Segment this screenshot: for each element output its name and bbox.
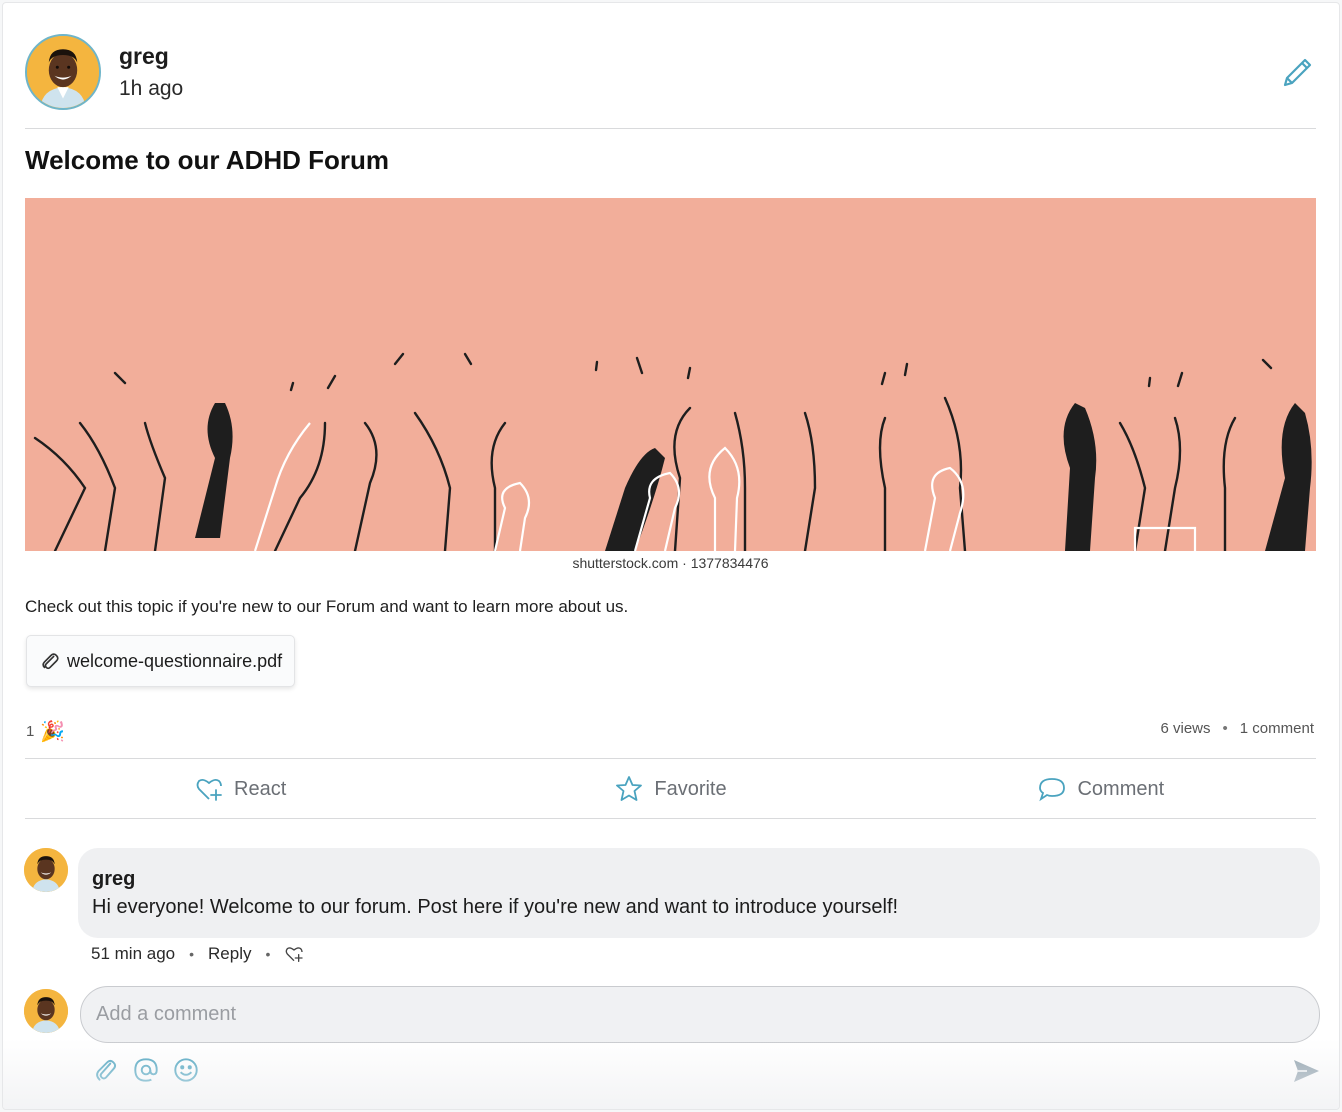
- commenter-avatar[interactable]: [24, 848, 68, 892]
- stats-separator: •: [1222, 720, 1228, 737]
- author-avatar[interactable]: [25, 34, 101, 110]
- post-actions: React Favorite Comment: [25, 759, 1316, 819]
- comment-label: Comment: [1077, 777, 1165, 800]
- comment-time: 51 min ago: [91, 944, 176, 963]
- comment-button[interactable]: Comment: [886, 774, 1316, 804]
- reaction-summary[interactable]: 1 🎉: [26, 719, 65, 744]
- image-credit: shutterstock.com · 1377834476: [572, 555, 769, 571]
- paperclip-icon[interactable]: [93, 1055, 119, 1085]
- party-popper-icon: 🎉: [40, 721, 66, 743]
- post-time: 1h ago: [119, 77, 184, 100]
- react-label: React: [234, 777, 287, 800]
- comment-meta: 51 min ago • Reply •: [91, 944, 304, 964]
- edit-icon[interactable]: [1277, 53, 1317, 93]
- favorite-label: Favorite: [654, 777, 727, 800]
- react-button[interactable]: React: [25, 774, 455, 804]
- mention-icon[interactable]: [133, 1055, 159, 1085]
- post-card: greg 1h ago Welcome to our ADHD Forum sh…: [2, 2, 1340, 1110]
- emoji-icon[interactable]: [173, 1055, 199, 1085]
- heart-plus-icon: [196, 778, 222, 801]
- post-body-text: Check out this topic if you're new to ou…: [25, 597, 629, 616]
- attachment-filename: welcome-questionnaire.pdf: [67, 650, 283, 671]
- actions-bottom-divider: [25, 818, 1316, 819]
- header-divider: [25, 128, 1316, 129]
- post-banner-image[interactable]: shutterstock.com · 1377834476: [25, 198, 1316, 578]
- comment-text: Hi everyone! Welcome to our forum. Post …: [92, 896, 899, 918]
- comment-bubble: greg Hi everyone! Welcome to our forum. …: [78, 848, 1320, 938]
- post-title: Welcome to our ADHD Forum: [25, 145, 390, 175]
- reaction-count: 1: [26, 723, 35, 740]
- post-stats: 6 views • 1 comment: [1161, 720, 1315, 737]
- star-icon: [616, 776, 643, 801]
- author-name[interactable]: greg: [119, 43, 169, 70]
- meta-separator: •: [265, 946, 271, 962]
- comment-author[interactable]: greg: [92, 868, 135, 891]
- paperclip-icon: [42, 653, 59, 670]
- send-icon[interactable]: [1291, 1056, 1321, 1086]
- composer-tools: [93, 1055, 199, 1085]
- current-user-avatar: [24, 989, 68, 1033]
- speech-bubble-icon: [1039, 778, 1066, 802]
- footer-fade: [3, 1039, 1339, 1109]
- comments-count[interactable]: 1 comment: [1240, 720, 1314, 737]
- add-comment-input[interactable]: [80, 986, 1320, 1043]
- favorite-button[interactable]: Favorite: [455, 774, 885, 804]
- meta-separator: •: [189, 946, 195, 962]
- views-count: 6 views: [1160, 720, 1211, 737]
- attachment-file[interactable]: welcome-questionnaire.pdf: [26, 635, 296, 687]
- heart-plus-icon[interactable]: [284, 944, 304, 964]
- reply-button[interactable]: Reply: [208, 944, 251, 964]
